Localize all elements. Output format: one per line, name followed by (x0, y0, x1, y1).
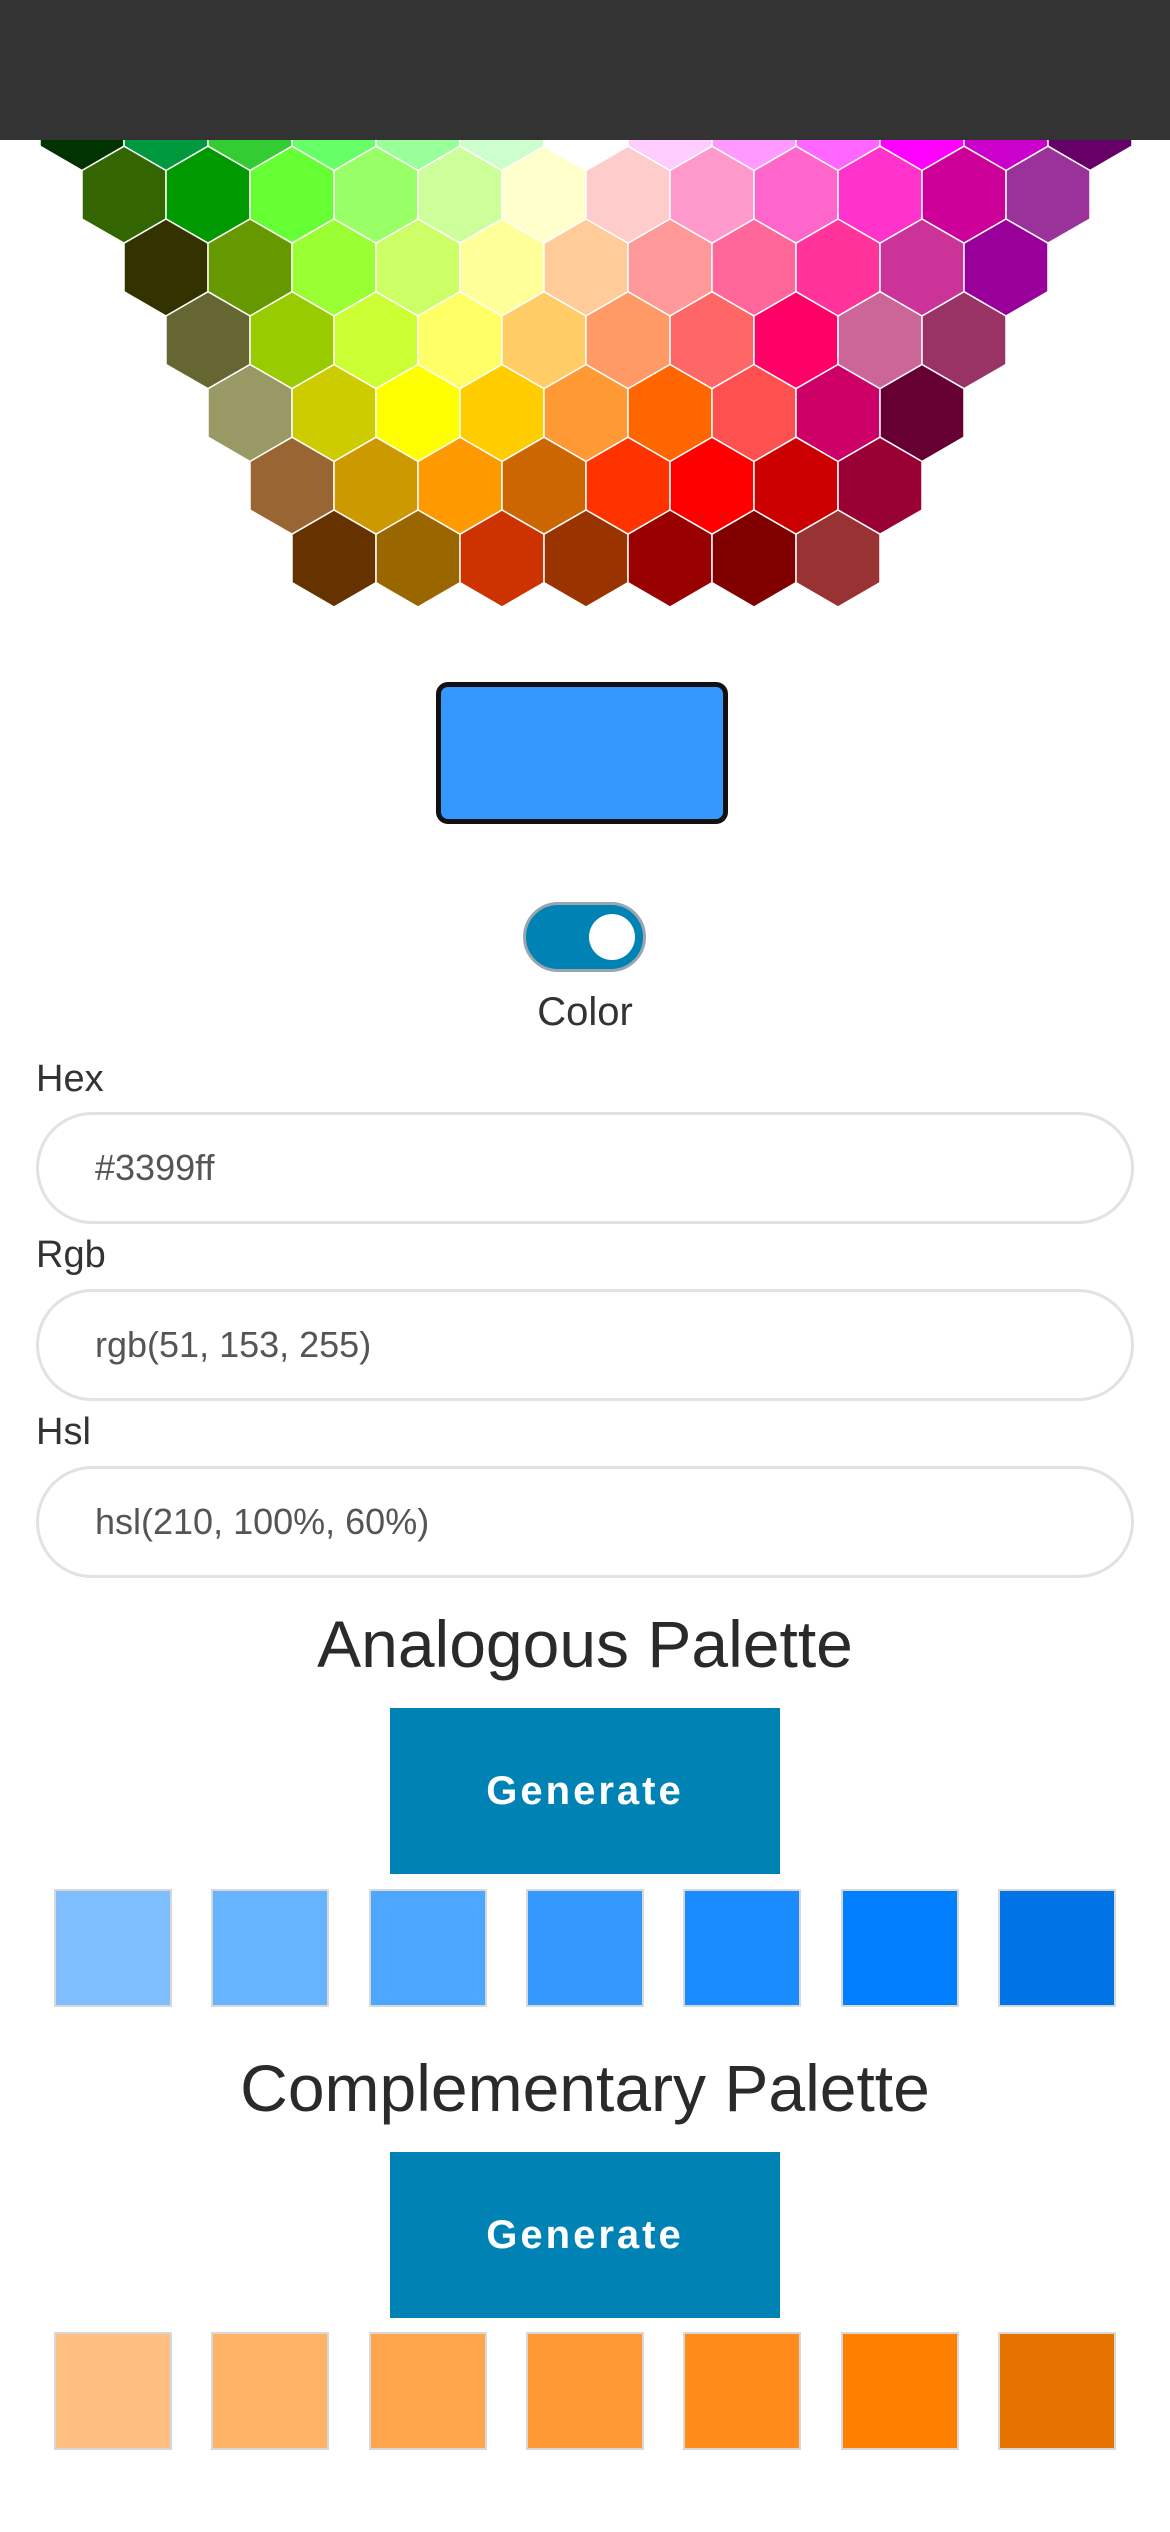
complementary-swatch[interactable] (526, 2332, 644, 2450)
complementary-swatch[interactable] (211, 2332, 329, 2450)
analogous-swatch-row (54, 1889, 1116, 2009)
rgb-label: Rgb (36, 1234, 106, 1276)
analogous-swatch[interactable] (369, 1889, 487, 2007)
selected-color-preview (436, 682, 728, 824)
complementary-generate-button[interactable]: Generate (390, 2152, 780, 2318)
complementary-palette-title: Complementary Palette (240, 2051, 930, 2125)
analogous-generate-button[interactable]: Generate (390, 1708, 780, 1874)
analogous-swatch[interactable] (841, 1889, 959, 2007)
color-mode-toggle[interactable] (523, 902, 646, 972)
hex-input[interactable] (36, 1112, 1134, 1224)
complementary-swatch[interactable] (54, 2332, 172, 2450)
complementary-swatch-row (54, 2332, 1116, 2452)
complementary-swatch[interactable] (683, 2332, 801, 2450)
hex-label: Hex (36, 1058, 104, 1100)
analogous-swatch[interactable] (211, 1889, 329, 2007)
hsl-input[interactable] (36, 1466, 1134, 1578)
analogous-swatch[interactable] (683, 1889, 801, 2007)
hsl-label: Hsl (36, 1411, 91, 1453)
complementary-swatch[interactable] (369, 2332, 487, 2450)
complementary-swatch[interactable] (998, 2332, 1116, 2450)
analogous-swatch[interactable] (998, 1889, 1116, 2007)
rgb-input[interactable] (36, 1289, 1134, 1401)
app-top-bar (0, 0, 1170, 140)
analogous-palette-title: Analogous Palette (317, 1607, 853, 1681)
analogous-swatch[interactable] (526, 1889, 644, 2007)
analogous-swatch[interactable] (54, 1889, 172, 2007)
complementary-swatch[interactable] (841, 2332, 959, 2450)
toggle-label: Color (537, 990, 633, 1034)
toggle-knob (589, 914, 635, 960)
